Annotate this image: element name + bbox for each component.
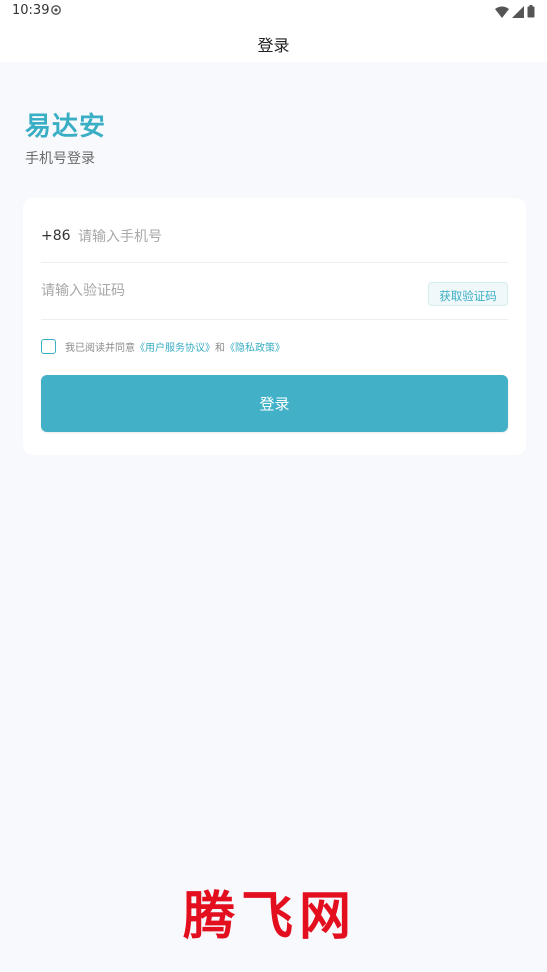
- settings-gear-icon: [51, 5, 61, 15]
- get-code-button[interactable]: 获取验证码: [428, 282, 508, 306]
- agreement-prefix: 我已阅读并同意: [65, 342, 135, 354]
- phone-input[interactable]: [78, 226, 478, 248]
- battery-icon: [527, 5, 535, 18]
- verification-code-row: 获取验证码: [41, 264, 508, 320]
- agreement-text: 我已阅读并同意《用户服务协议》和《隐私政策》: [65, 339, 285, 354]
- status-indicators: [495, 5, 535, 18]
- login-button[interactable]: 登录: [41, 375, 508, 432]
- agreement-conjunction: 和: [215, 342, 225, 354]
- status-time: 10:39: [12, 3, 50, 18]
- status-bar: 10:39: [0, 0, 547, 24]
- page-title: 登录: [257, 36, 290, 55]
- watermark: 腾飞网: [182, 885, 357, 947]
- user-agreement-link[interactable]: 《用户服务协议》: [135, 343, 215, 354]
- brand-subtitle: 手机号登录: [25, 151, 95, 167]
- signal-icon: [512, 5, 524, 18]
- privacy-policy-link[interactable]: 《隐私政策》: [225, 343, 285, 354]
- country-code[interactable]: +86: [41, 228, 71, 244]
- verification-code-input[interactable]: [41, 280, 401, 302]
- wifi-icon: [495, 6, 509, 18]
- agreement-row: 我已阅读并同意《用户服务协议》和《隐私政策》: [41, 336, 508, 356]
- phone-row: +86: [41, 216, 508, 263]
- login-card: +86 获取验证码 我已阅读并同意《用户服务协议》和《隐私政策》 登录: [23, 198, 526, 455]
- brand-title: 易达安: [25, 112, 107, 142]
- nav-bar: 登录: [0, 24, 547, 62]
- agreement-checkbox[interactable]: [41, 338, 56, 354]
